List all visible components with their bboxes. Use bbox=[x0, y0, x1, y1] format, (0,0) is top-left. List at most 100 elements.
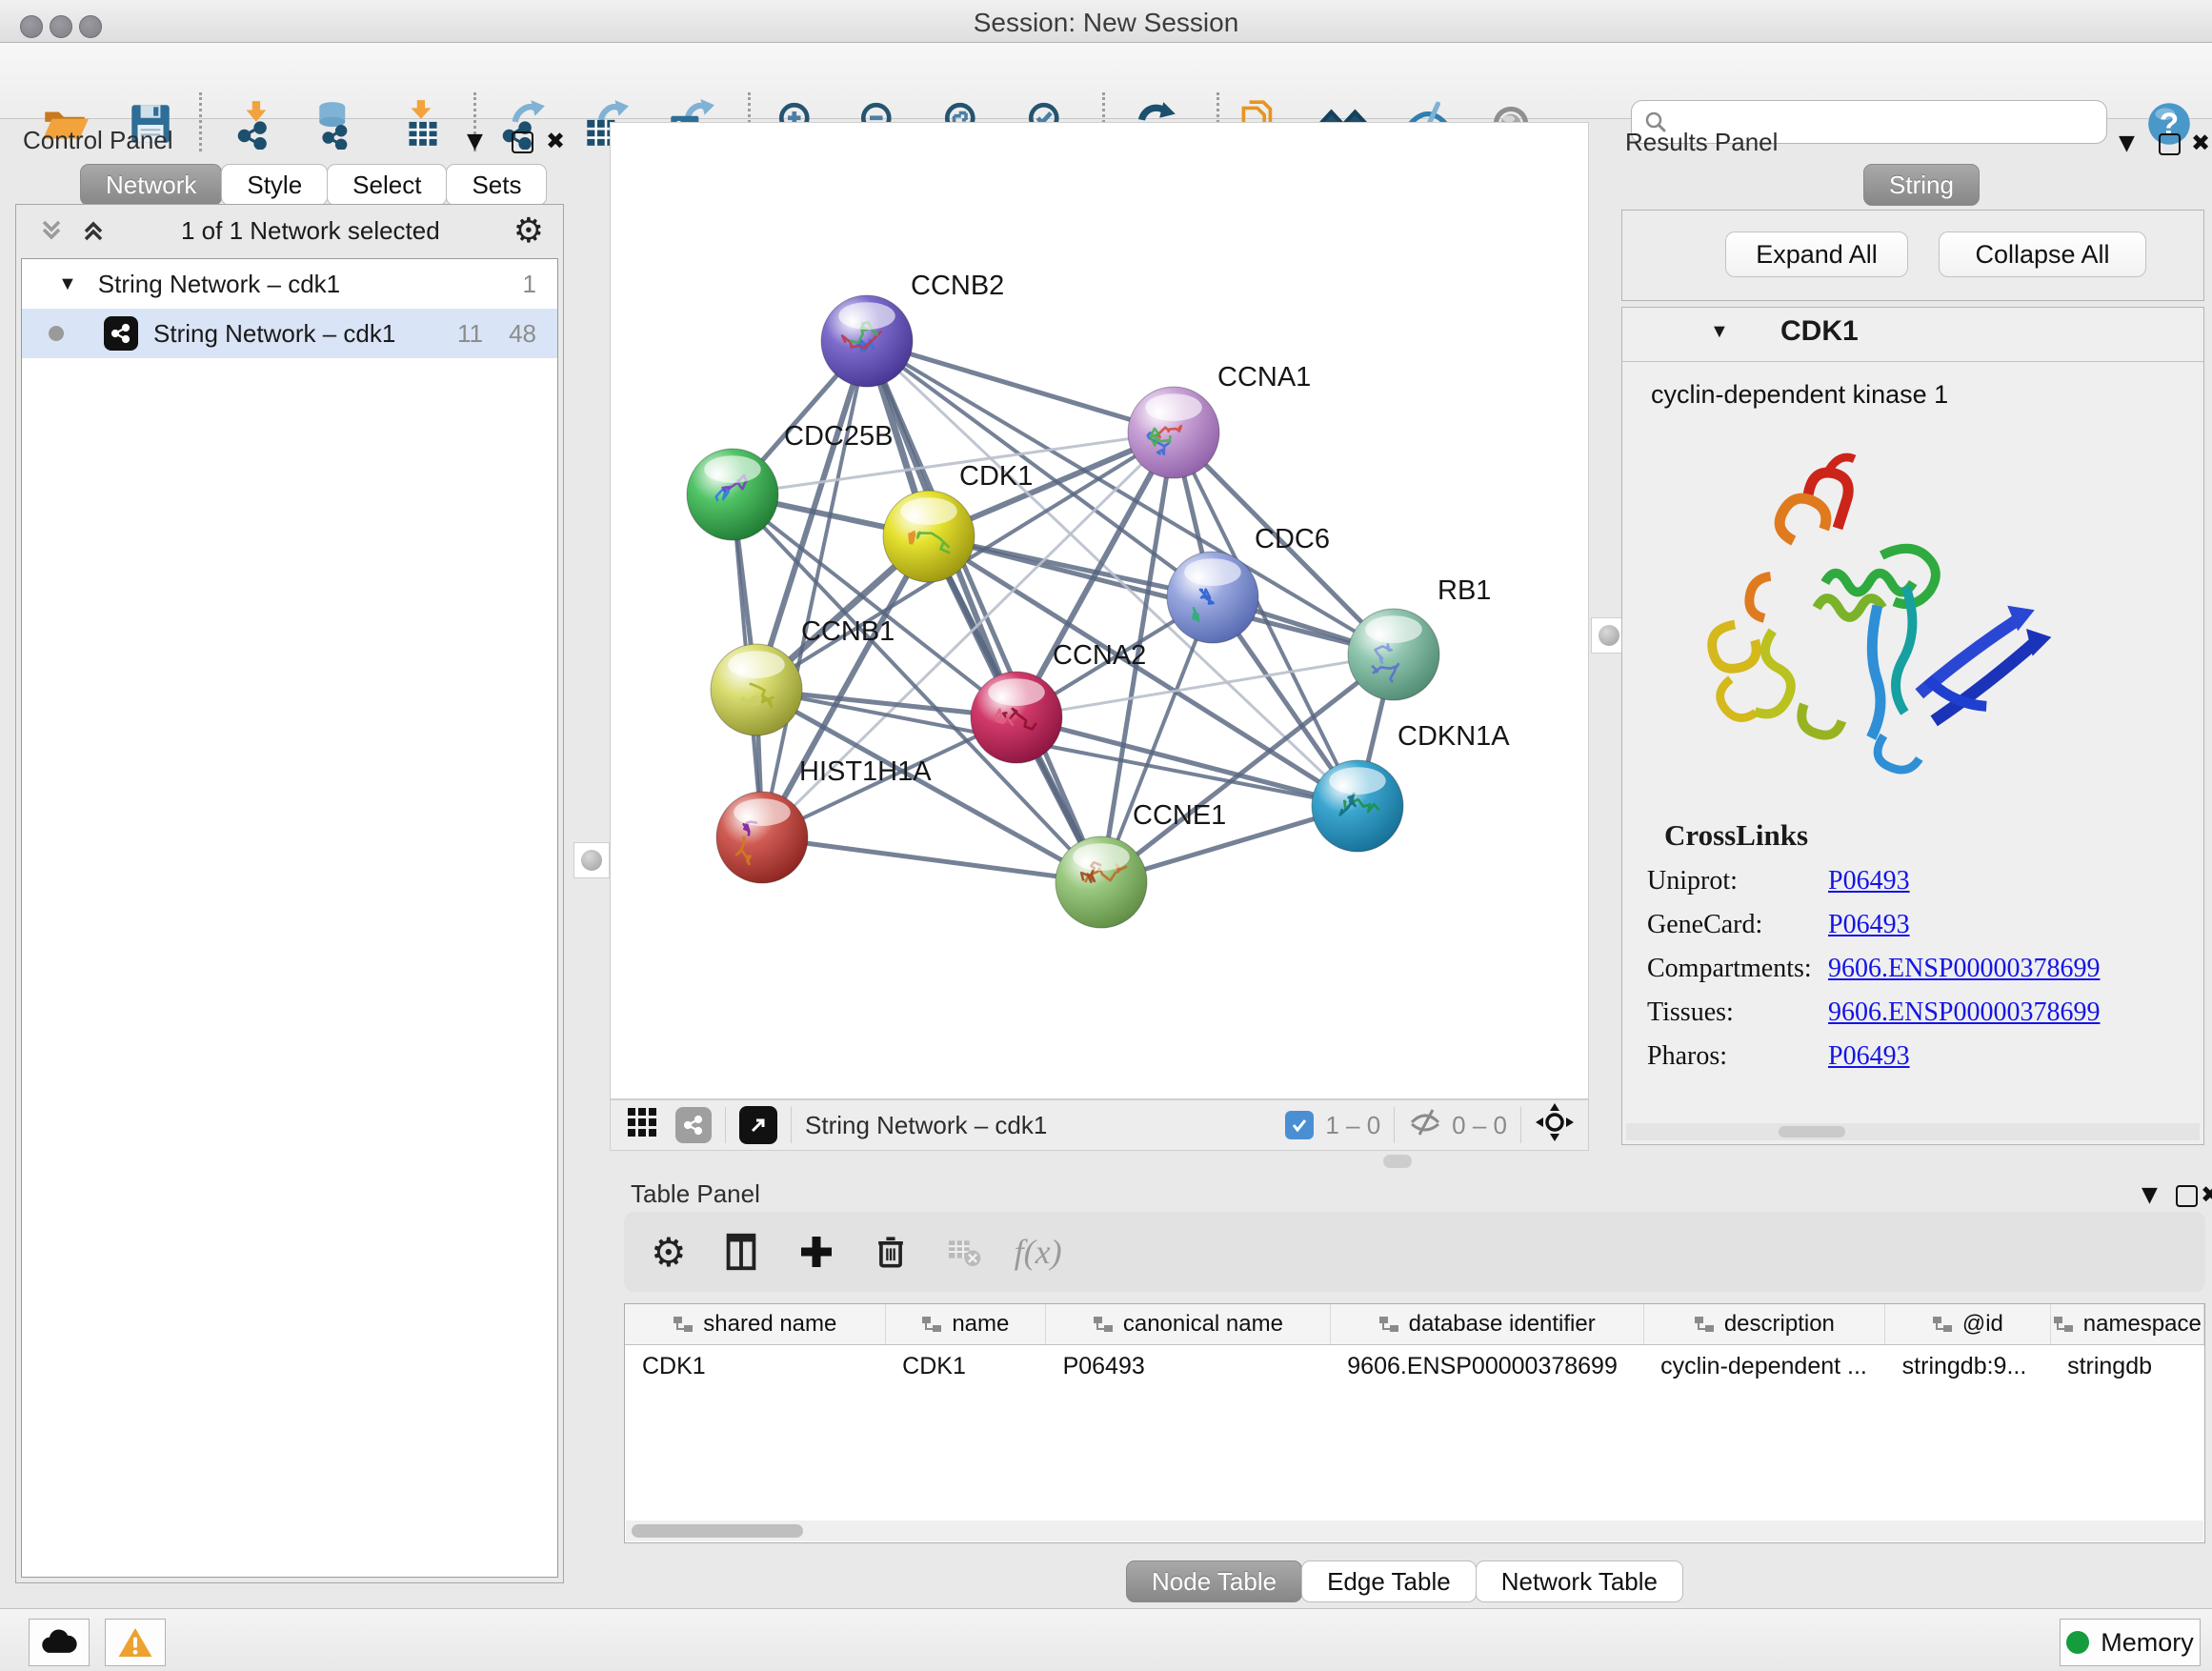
network-node[interactable]: HIST1H1A bbox=[716, 756, 932, 883]
crosslink-link[interactable]: 9606.ENSP00000378699 bbox=[1828, 954, 2100, 984]
network-node[interactable]: RB1 bbox=[1348, 575, 1491, 700]
network-node[interactable]: CCNE1 bbox=[1056, 800, 1226, 928]
column-sort-icon bbox=[1378, 1315, 1399, 1334]
delete-table-icon bbox=[944, 1233, 982, 1271]
results-panel-close-icon[interactable]: ✖ bbox=[2191, 130, 2210, 156]
network-node[interactable]: CDK1 bbox=[883, 461, 1033, 582]
crosslink-link[interactable]: P06493 bbox=[1828, 910, 1910, 940]
tab-edge-table[interactable]: Edge Table bbox=[1301, 1560, 1477, 1602]
crosslink-row: Uniprot:P06493 bbox=[1622, 866, 2205, 910]
crosslink-label: GeneCard: bbox=[1647, 910, 1762, 940]
network-tree-root-row[interactable]: ▼ String Network – cdk1 1 bbox=[22, 259, 557, 309]
toolbar-separator bbox=[199, 92, 202, 151]
network-tree-row[interactable]: String Network – cdk1 11 48 bbox=[22, 309, 557, 358]
network-edge[interactable] bbox=[762, 837, 1101, 882]
gear-icon[interactable]: ⚙ bbox=[513, 211, 544, 251]
network-edge[interactable] bbox=[867, 341, 1174, 433]
control-panel-float-icon[interactable]: ▼ bbox=[467, 130, 483, 153]
node-table[interactable]: shared namenamecanonical namedatabase id… bbox=[624, 1303, 2205, 1543]
cdk1-section-header[interactable]: ▼ CDK1 bbox=[1622, 308, 2203, 362]
column-header-shared-name[interactable]: shared name bbox=[625, 1304, 885, 1345]
network-selection-status: 1 of 1 Network selected bbox=[108, 216, 513, 246]
table-panel-maximize-icon[interactable] bbox=[2176, 1185, 2198, 1212]
table-cell[interactable]: cyclin-dependent ... bbox=[1643, 1345, 1885, 1388]
crosslink-link[interactable]: P06493 bbox=[1828, 1041, 1910, 1072]
delete-column-icon[interactable] bbox=[870, 1231, 912, 1273]
column-sort-icon bbox=[1932, 1315, 1953, 1334]
horizontal-splitter-handle[interactable] bbox=[1383, 1155, 1412, 1168]
open-in-window-icon[interactable] bbox=[739, 1106, 777, 1144]
crosslink-link[interactable]: P06493 bbox=[1828, 866, 1910, 896]
column-header-name[interactable]: name bbox=[885, 1304, 1045, 1345]
results-panel-maximize-icon[interactable] bbox=[2159, 133, 2181, 160]
memory-button[interactable]: Memory bbox=[2060, 1619, 2201, 1666]
main-toolbar: ? bbox=[0, 43, 2212, 119]
crosslink-row: Tissues:9606.ENSP00000378699 bbox=[1622, 997, 2205, 1041]
column-header-canonical-name[interactable]: canonical name bbox=[1046, 1304, 1331, 1345]
section-expander-icon[interactable]: ▼ bbox=[1710, 321, 1729, 343]
selected-checkbox-icon[interactable] bbox=[1285, 1111, 1314, 1139]
table-settings-gear-icon[interactable]: ⚙ bbox=[651, 1229, 687, 1276]
table-panel-close-icon[interactable]: ✖ bbox=[2201, 1181, 2212, 1208]
status-bar: Memory bbox=[0, 1608, 2212, 1671]
hidden-eye-icon[interactable] bbox=[1408, 1108, 1442, 1143]
expand-all-button[interactable]: Expand All bbox=[1725, 232, 1908, 277]
node-label: CDC6 bbox=[1255, 524, 1330, 554]
import-table-file-icon[interactable] bbox=[395, 96, 451, 151]
table-row[interactable]: CDK1CDK1P064939606.ENSP00000378699cyclin… bbox=[625, 1345, 2204, 1388]
network-edge[interactable] bbox=[867, 341, 1101, 882]
table-cell[interactable]: CDK1 bbox=[625, 1345, 885, 1388]
column-header-namespace[interactable]: namespace bbox=[2050, 1304, 2203, 1345]
collapse-all-button[interactable]: Collapse All bbox=[1939, 232, 2146, 277]
column-header-database-identifier[interactable]: database identifier bbox=[1330, 1304, 1643, 1345]
pan-crosshair-icon[interactable] bbox=[1535, 1102, 1575, 1149]
crosslink-link[interactable]: 9606.ENSP00000378699 bbox=[1828, 997, 2100, 1028]
node-label: CCNE1 bbox=[1133, 800, 1226, 831]
network-share-icon[interactable] bbox=[675, 1107, 712, 1143]
crosslinks-title: CrossLinks bbox=[1664, 818, 2205, 853]
import-network-database-icon[interactable] bbox=[311, 96, 366, 151]
control-panel-close-icon[interactable]: ✖ bbox=[546, 128, 565, 154]
column-header-description[interactable]: description bbox=[1643, 1304, 1885, 1345]
tab-sets[interactable]: Sets bbox=[446, 164, 547, 206]
tab-network[interactable]: Network bbox=[80, 164, 222, 206]
cloud-status-button[interactable] bbox=[29, 1619, 90, 1666]
memory-label: Memory bbox=[2101, 1628, 2194, 1658]
table-panel-float-icon[interactable]: ▼ bbox=[2142, 1183, 2158, 1207]
cloud-icon bbox=[40, 1628, 78, 1657]
table-cell[interactable]: P06493 bbox=[1046, 1345, 1331, 1388]
tab-string[interactable]: String bbox=[1863, 164, 1980, 206]
table-panel-title: Table Panel bbox=[631, 1179, 760, 1209]
birdseye-grid-icon[interactable] bbox=[626, 1106, 658, 1145]
results-scrollbar[interactable] bbox=[1626, 1123, 2200, 1140]
tab-select[interactable]: Select bbox=[327, 164, 447, 206]
network-node[interactable]: CCNA1 bbox=[1128, 362, 1311, 478]
warning-status-button[interactable] bbox=[105, 1619, 166, 1666]
table-cell[interactable]: 9606.ENSP00000378699 bbox=[1330, 1345, 1643, 1388]
table-cell[interactable]: stringdb:9... bbox=[1885, 1345, 2050, 1388]
table-cell[interactable]: CDK1 bbox=[885, 1345, 1045, 1388]
left-splitter-handle[interactable] bbox=[573, 842, 610, 878]
node-label: CDC25B bbox=[784, 421, 893, 452]
network-node[interactable]: CDKN1A bbox=[1312, 721, 1510, 852]
column-sort-icon bbox=[1093, 1315, 1114, 1334]
node-label: CCNA1 bbox=[1217, 362, 1311, 393]
node-count: 11 bbox=[457, 319, 483, 349]
tab-network-table[interactable]: Network Table bbox=[1476, 1560, 1683, 1602]
import-network-file-icon[interactable] bbox=[231, 96, 286, 151]
table-hscrollbar[interactable] bbox=[626, 1520, 2203, 1541]
tab-style[interactable]: Style bbox=[221, 164, 328, 206]
tree-expander-icon[interactable]: ▼ bbox=[58, 273, 77, 295]
results-panel-float-icon[interactable]: ▼ bbox=[2119, 131, 2135, 155]
show-columns-icon[interactable] bbox=[719, 1230, 763, 1274]
collapse-all-icon[interactable] bbox=[37, 216, 66, 245]
control-panel-maximize-icon[interactable] bbox=[512, 131, 533, 158]
tab-node-table[interactable]: Node Table bbox=[1126, 1560, 1302, 1602]
add-column-icon[interactable] bbox=[795, 1231, 837, 1273]
expand-all-icon[interactable] bbox=[79, 216, 108, 245]
protein-structure-image bbox=[1670, 422, 2089, 794]
edge-count: 48 bbox=[509, 319, 536, 349]
network-canvas[interactable]: CCNB2CCNA1CDC25BCDK1CDC6RB1CCNB1CCNA2CDK… bbox=[610, 122, 1589, 1099]
column-header--id[interactable]: @id bbox=[1885, 1304, 2050, 1345]
table-cell[interactable]: stringdb bbox=[2050, 1345, 2203, 1388]
